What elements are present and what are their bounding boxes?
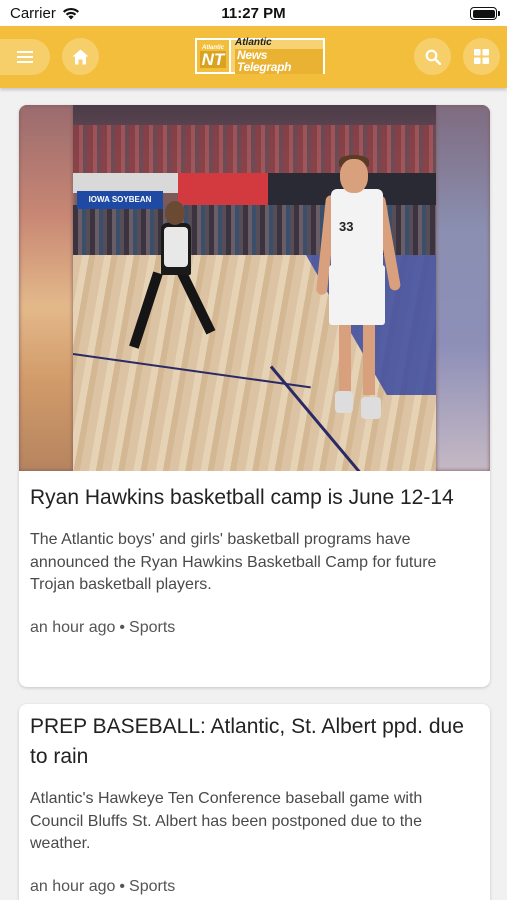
menu-icon	[17, 51, 33, 63]
status-time: 11:27 PM	[221, 5, 286, 22]
article-card[interactable]: IOWA SOYBEAN 33 Ryan Hawkins basketball …	[19, 105, 490, 687]
photo-blur-right	[436, 105, 490, 471]
battery-icon	[470, 7, 500, 20]
home-button[interactable]	[62, 38, 99, 75]
article-meta: an hour ago • Sports	[30, 878, 479, 896]
search-button[interactable]	[414, 38, 451, 75]
home-icon	[72, 49, 89, 64]
article-card[interactable]: PREP BASEBALL: Atlantic, St. Albert ppd.…	[19, 704, 490, 900]
player-head	[340, 159, 368, 193]
meta-separator: •	[119, 618, 126, 636]
article-body: Ryan Hawkins basketball camp is June 12-…	[19, 471, 490, 637]
logo-wordmark: Atlantic News Telegraph	[231, 38, 325, 74]
article-time: an hour ago	[30, 618, 116, 636]
menu-button[interactable]	[0, 39, 50, 75]
article-meta: an hour ago • Sports	[30, 619, 479, 637]
player-shoe	[335, 391, 353, 413]
app-header: Atlantic NT Atlantic News Telegraph	[0, 26, 507, 88]
referee-shirt	[164, 227, 188, 267]
article-time: an hour ago	[30, 877, 116, 895]
news-feed[interactable]: IOWA SOYBEAN 33 Ryan Hawkins basketball …	[0, 88, 507, 900]
article-summary: Atlantic's Hawkeye Ten Conference baseba…	[30, 790, 423, 852]
article-title[interactable]: Ryan Hawkins basketball camp is June 12-…	[30, 483, 479, 513]
basketball-photo: IOWA SOYBEAN 33	[73, 105, 436, 471]
site-logo[interactable]: Atlantic NT Atlantic News Telegraph	[195, 38, 325, 74]
logo-badge-big: NT	[199, 49, 227, 69]
article-body: PREP BASEBALL: Atlantic, St. Albert ppd.…	[19, 704, 490, 896]
grid-button[interactable]	[463, 38, 500, 75]
logo-line-2: News Telegraph	[235, 48, 323, 74]
article-photo[interactable]: IOWA SOYBEAN 33	[19, 105, 490, 471]
player-shorts	[329, 265, 385, 325]
logo-badge: Atlantic NT	[195, 38, 231, 74]
article-summary: The Atlantic boys' and girls' basketball…	[30, 531, 437, 593]
arena-seats	[73, 125, 436, 175]
ad-board: IOWA SOYBEAN	[77, 191, 163, 209]
player-leg	[339, 323, 351, 395]
player-shoe	[361, 397, 381, 419]
article-category[interactable]: Sports	[129, 619, 175, 636]
search-icon	[425, 49, 441, 65]
jersey-number: 33	[339, 219, 354, 234]
photo-blur-left	[19, 105, 73, 471]
referee-head	[165, 201, 185, 225]
grid-icon	[474, 49, 489, 64]
meta-separator: •	[119, 877, 126, 895]
article-title[interactable]: PREP BASEBALL: Atlantic, St. Albert ppd.…	[30, 712, 479, 772]
article-category[interactable]: Sports	[129, 878, 175, 895]
player-leg	[363, 323, 375, 395]
status-bar: Carrier 11:27 PM	[0, 0, 507, 26]
